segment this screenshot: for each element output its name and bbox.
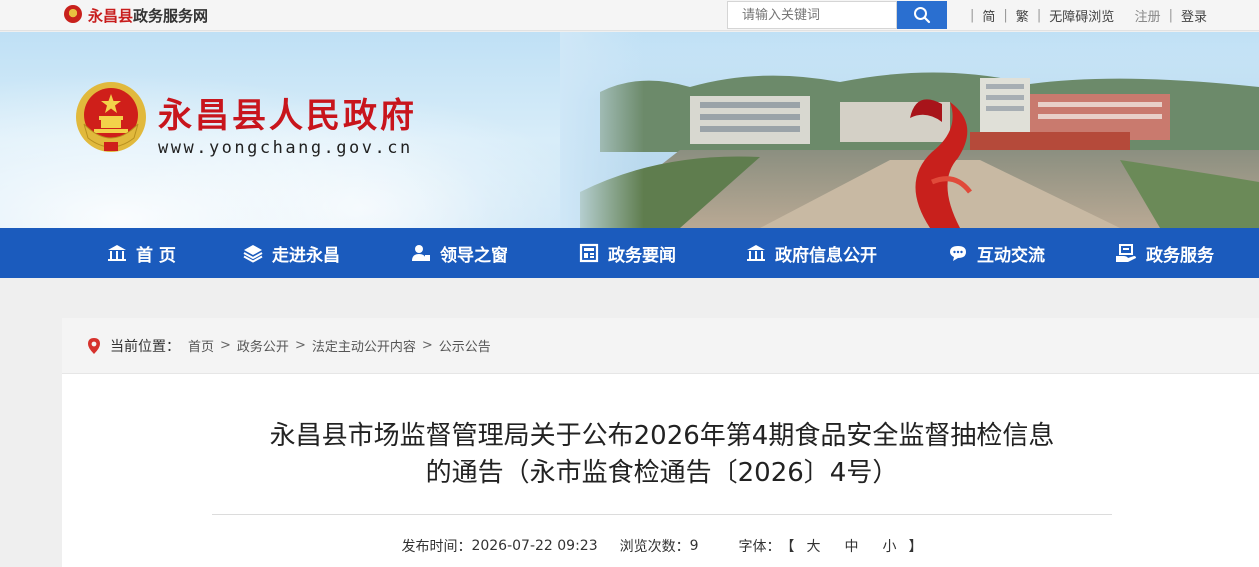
font-size-large[interactable]: 大 <box>807 536 821 556</box>
search-input[interactable] <box>727 1 897 29</box>
nav-about-label: 走进永昌 <box>272 245 340 266</box>
nav-home[interactable]: 首 页 <box>107 228 176 278</box>
font-size-label: 字体： <box>738 539 781 555</box>
nav-about-yongchang[interactable]: 走进永昌 <box>243 228 340 278</box>
nav-services-label: 政务服务 <box>1146 245 1214 266</box>
home-icon <box>108 245 126 261</box>
nav-home-label: 首 页 <box>136 245 176 266</box>
government-title: 永昌县人民政府 <box>158 96 417 136</box>
article-title-line1: 永昌县市场监督管理局关于公布2026年第4期食品安全监督抽检信息 <box>269 421 1055 451</box>
publish-time: 2026-07-22 09:23 <box>471 538 598 554</box>
site-name[interactable]: 永昌县政务服务网 <box>88 5 208 26</box>
view-count-label: 浏览次数： <box>619 539 690 555</box>
traditional-chinese-link[interactable]: 繁 <box>1016 6 1029 25</box>
article-container: 当前位置： 首页 > 政务公开 > 法定主动公开内容 > 公示公告 永昌县市场监… <box>62 318 1259 567</box>
main-nav: 首 页 走进永昌 领导之窗 政务要闻 政府信息公开 互动交流 政务服务 <box>0 228 1259 278</box>
font-size-small[interactable]: 小 <box>883 536 897 556</box>
government-icon <box>747 245 765 261</box>
accessibility-link[interactable]: 无障碍浏览 <box>1049 6 1114 25</box>
nav-info-label: 政府信息公开 <box>775 245 877 266</box>
login-link[interactable]: 登录 <box>1181 6 1207 25</box>
font-bracket-close: 】 <box>908 539 923 555</box>
article-title-line2: 的通告（永市监食检通告〔2026〕4号） <box>425 458 899 488</box>
news-icon <box>579 243 599 263</box>
leader-icon <box>412 245 430 261</box>
nav-news-label: 政务要闻 <box>608 245 676 266</box>
site-name-suffix: 政务服务网 <box>133 7 209 25</box>
breadcrumb: 当前位置： 首页 > 政务公开 > 法定主动公开内容 > 公示公告 <box>62 318 1259 374</box>
breadcrumb-home[interactable]: 首页 <box>188 336 214 355</box>
header-banner: 永昌县人民政府 www.yongchang.gov.cn <box>0 32 1259 228</box>
nav-interaction[interactable]: 互动交流 <box>948 228 1045 278</box>
article-meta: 发布时间： 2026-07-22 09:23 浏览次数： 9 字体： 【 大 中… <box>212 536 1112 556</box>
top-links: | 简 | 繁 | 无障碍浏览 | 注册 | 登录 <box>970 6 1208 25</box>
top-bar: 永昌县政务服务网 | 简 | 繁 | 无障碍浏览 | 注册 | 登录 <box>0 0 1259 31</box>
site-name-county: 永昌县 <box>88 7 134 25</box>
breadcrumb-label: 当前位置： <box>110 338 180 355</box>
publish-time-label: 发布时间： <box>401 539 472 555</box>
national-emblem-icon <box>76 82 146 152</box>
nav-info-disclosure[interactable]: 政府信息公开 <box>746 228 877 278</box>
breadcrumb-statutory-content[interactable]: 法定主动公开内容 <box>312 336 416 355</box>
service-icon <box>1116 244 1136 262</box>
view-count: 9 <box>689 538 699 554</box>
search-button[interactable] <box>897 1 947 29</box>
layers-icon <box>243 245 263 263</box>
title-divider <box>212 514 1112 515</box>
simplified-chinese-link[interactable]: 简 <box>982 6 995 25</box>
nav-services[interactable]: 政务服务 <box>1115 228 1214 278</box>
breadcrumb-announcements[interactable]: 公示公告 <box>439 336 491 355</box>
nav-interaction-label: 互动交流 <box>977 245 1045 266</box>
font-size-medium[interactable]: 中 <box>845 536 859 556</box>
breadcrumb-separator: > <box>220 338 231 353</box>
city-square-photo <box>560 32 1259 228</box>
article-title: 永昌县市场监督管理局关于公布2026年第4期食品安全监督抽检信息 的通告（永市监… <box>212 418 1112 492</box>
location-pin-icon <box>88 337 100 354</box>
breadcrumb-separator: > <box>294 338 306 353</box>
search-icon <box>914 7 931 24</box>
font-bracket-open: 【 <box>780 539 795 555</box>
register-link[interactable]: 注册 <box>1135 6 1161 25</box>
breadcrumb-gov-affairs[interactable]: 政务公开 <box>237 336 289 355</box>
breadcrumb-separator: > <box>421 338 433 353</box>
nav-leaders[interactable]: 领导之窗 <box>411 228 508 278</box>
chat-icon <box>950 246 966 261</box>
nav-leaders-label: 领导之窗 <box>440 245 508 266</box>
nav-news[interactable]: 政务要闻 <box>579 228 676 278</box>
national-emblem-small-icon <box>64 5 82 23</box>
government-url: www.yongchang.gov.cn <box>158 138 413 158</box>
